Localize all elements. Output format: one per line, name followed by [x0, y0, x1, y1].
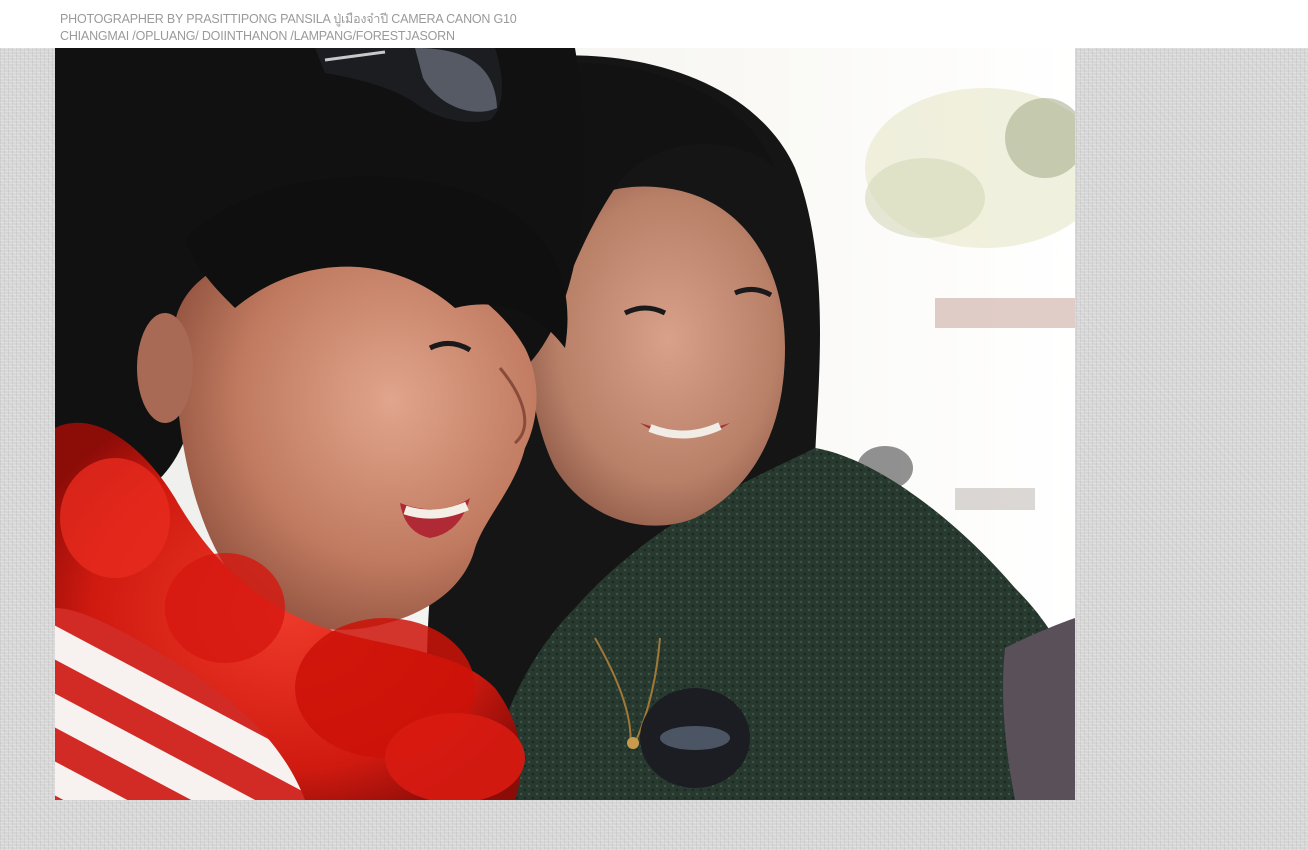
caption-line-2: CHIANGMAI /OPLUANG/ DOIINTHANON /LAMPANG…	[60, 29, 455, 43]
caption-line-1: PHOTOGRAPHER BY PRASITTIPONG PANSILA ปู่…	[60, 12, 517, 26]
photo-caption: PHOTOGRAPHER BY PRASITTIPONG PANSILA ปู่…	[60, 11, 517, 45]
photo-illustration	[55, 48, 1075, 800]
main-photo[interactable]	[55, 48, 1075, 800]
